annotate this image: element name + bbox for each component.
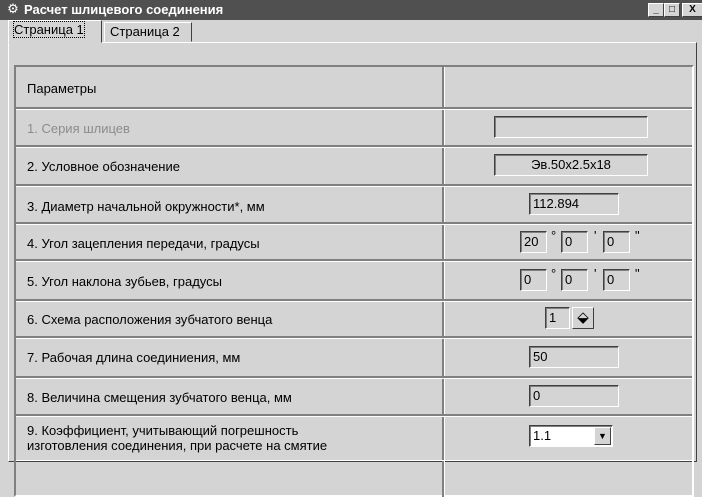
chevron-down-icon[interactable]: ▼: [594, 427, 611, 445]
label-designation: 2. Условное обозначение: [27, 159, 180, 174]
gear-icon: ⚙: [7, 1, 19, 16]
tab-label: Страница 2: [110, 24, 180, 39]
label-crown-offset: 8. Величина смещения зубчатого венца, мм: [27, 390, 292, 405]
tab-bar: Страница 1 Страница 2: [8, 20, 698, 43]
tab-page-1[interactable]: Страница 1: [8, 20, 102, 43]
helix-angle-degrees-input[interactable]: 0: [520, 269, 547, 291]
minimize-button[interactable]: _: [648, 3, 664, 17]
helix-angle-seconds-input[interactable]: 0: [603, 269, 630, 291]
second-symbol: ": [635, 266, 640, 281]
label-spline-series: 1. Серия шлицев: [27, 121, 130, 136]
row-crown-offset: 8. Величина смещения зубчатого венца, мм…: [16, 378, 692, 417]
tab-panel: Параметры 1. Серия шлицев 2. Условное об…: [8, 42, 697, 497]
helix-angle-minutes-input[interactable]: 0: [561, 269, 588, 291]
label-coefficient-line1: 9. Коэффициент, учитывающий погрешность: [27, 423, 299, 438]
label-working-length: 7. Рабочая длина соединиения, мм: [27, 350, 241, 365]
tab-label: Страница 1: [13, 21, 85, 38]
pitch-diameter-input[interactable]: 112.894: [529, 193, 619, 215]
row-working-length: 7. Рабочая длина соединиения, мм 50: [16, 338, 692, 379]
window-title: Расчет шлицевого соединения: [24, 2, 224, 17]
crown-scheme-input[interactable]: 1: [545, 307, 570, 329]
label-helix-angle: 5. Угол наклона зубьев, градусы: [27, 274, 222, 289]
minute-symbol: ': [594, 228, 597, 243]
pressure-angle-minutes-input[interactable]: 0: [561, 231, 588, 253]
title-bar[interactable]: ⚙ Расчет шлицевого соединения _ □ X: [0, 0, 702, 20]
designation-field[interactable]: Эв.50x2.5x18: [494, 154, 648, 176]
header-parameters: Параметры: [27, 81, 97, 96]
header-row: Параметры: [16, 67, 692, 110]
row-designation: 2. Условное обозначение Эв.50x2.5x18: [16, 147, 692, 187]
row-pressure-angle: 4. Угол зацепления передачи, градусы 20 …: [16, 224, 692, 262]
row-pitch-diameter: 3. Диаметр начальной окружности*, мм 112…: [16, 186, 692, 225]
pressure-angle-degrees-input[interactable]: 20: [520, 231, 547, 253]
label-coefficient-line2: изготовления соединения, при расчете на …: [27, 438, 328, 453]
crown-offset-input[interactable]: 0: [529, 385, 619, 407]
minute-symbol: ': [594, 266, 597, 281]
tab-page-2[interactable]: Страница 2: [104, 22, 192, 42]
close-button[interactable]: X: [682, 3, 702, 17]
parameters-grid: Параметры 1. Серия шлицев 2. Условное об…: [14, 65, 694, 497]
row-crown-scheme: 6. Схема расположения зубчатого венца 1 …: [16, 301, 692, 339]
spline-series-field[interactable]: [494, 116, 648, 138]
working-length-input[interactable]: 50: [529, 346, 619, 368]
label-pitch-diameter: 3. Диаметр начальной окружности*, мм: [27, 199, 265, 214]
second-symbol: ": [635, 228, 640, 243]
label-crown-scheme: 6. Схема расположения зубчатого венца: [27, 312, 273, 327]
pressure-angle-seconds-input[interactable]: 0: [603, 231, 630, 253]
maximize-button[interactable]: □: [664, 3, 680, 17]
row-helix-angle: 5. Угол наклона зубьев, градусы 0 ° 0 ' …: [16, 261, 692, 302]
row-manufacturing-coefficient: 9. Коэффициент, учитывающий погрешность …: [16, 416, 692, 461]
label-pressure-angle: 4. Угол зацепления передачи, градусы: [27, 236, 260, 251]
diamond-arrow-icon[interactable]: ⬙: [572, 307, 594, 329]
app-window: ⚙ Расчет шлицевого соединения _ □ X Стра…: [0, 0, 702, 497]
degree-symbol: °: [551, 266, 557, 281]
degree-symbol: °: [551, 228, 557, 243]
row-spline-series: 1. Серия шлицев: [16, 109, 692, 148]
